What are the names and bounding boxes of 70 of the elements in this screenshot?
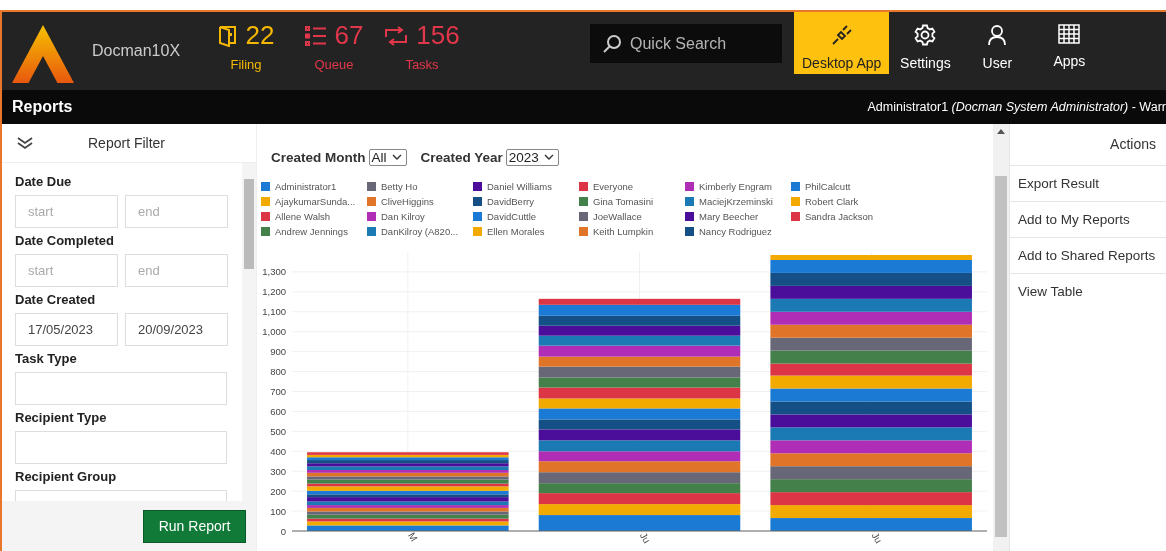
legend-label: Nancy Rodriguez	[699, 226, 772, 237]
date-field[interactable]: start	[15, 195, 118, 228]
run-report-button[interactable]: Run Report	[143, 509, 246, 543]
legend-label: Gina Tomasini	[593, 196, 654, 207]
legend-label: Daniel Williams	[487, 181, 552, 192]
app-name: Docman10X	[92, 42, 181, 60]
control-label: Created Month	[271, 149, 366, 165]
date-field[interactable]: end	[125, 195, 228, 228]
page-title: Reports	[12, 98, 73, 116]
legend-label: DanKilroy (A820...	[381, 226, 459, 237]
axis-tick-label: Ju	[637, 530, 653, 546]
field-label: Task Type	[15, 351, 78, 366]
axis-tick-label: 600	[270, 405, 286, 417]
legend-label: Administrator1	[275, 181, 337, 192]
field-label: Recipient Group	[15, 469, 118, 484]
axis-tick-label: 500	[270, 425, 286, 437]
dropdown[interactable]: All	[368, 148, 407, 166]
date-field[interactable]: end	[125, 254, 228, 287]
legend-label: PhilCalcutt	[805, 181, 851, 192]
axis-tick-label: Ju	[869, 530, 885, 546]
date-field[interactable]: 20/09/2023	[125, 313, 228, 346]
legend-label: Robert Clark	[805, 196, 859, 207]
axis-tick-label: 1,300	[262, 266, 286, 278]
legend-label: Andrew Jennings	[275, 226, 348, 237]
axis-tick-label: 800	[270, 366, 286, 378]
legend-label: Kimberly Engram	[699, 181, 772, 192]
panel-title: Actions	[1110, 135, 1157, 154]
nav-button[interactable]: Apps	[1033, 12, 1106, 74]
legend-label: Mary Beecher	[699, 211, 759, 222]
legend-label: MaciejKrzeminski	[699, 196, 773, 207]
legend-label: Sandra Jackson	[805, 211, 874, 222]
axis-tick-label: 400	[270, 445, 286, 457]
legend-label: Everyone	[593, 181, 634, 192]
field-label: Date Completed	[15, 233, 115, 248]
search-field[interactable]: Quick Search	[590, 24, 782, 63]
nav-button[interactable]: Desktop App	[794, 12, 890, 74]
legend-label: Betty Ho	[381, 181, 418, 192]
axis-tick-label: 700	[270, 386, 286, 397]
axis-tick-label: 100	[270, 505, 286, 517]
legend-label: Allene Walsh	[275, 211, 331, 222]
nav-button[interactable]: Settings	[889, 12, 962, 74]
dropdown[interactable]: 2023	[505, 148, 559, 166]
date-field[interactable]: 17/05/2023	[15, 313, 118, 346]
axis-tick-label: 1,000	[262, 326, 286, 338]
axis-tick-label: 300	[270, 465, 286, 477]
date-field[interactable]: start	[15, 254, 118, 287]
counter-link[interactable]: 67 Queue	[290, 12, 378, 90]
axis-tick-label: 0	[280, 525, 286, 537]
axis-tick-label: 900	[270, 346, 286, 358]
legend-label: DavidCuttle	[487, 211, 537, 222]
control-label: Created Year	[420, 149, 503, 165]
counter-link[interactable]: 22 Filing	[202, 12, 290, 90]
user-info: Administrator1 (Docman System Administrator) - Warr	[867, 100, 1166, 114]
counter-link[interactable]: 156 Tasks	[378, 12, 466, 90]
axis-tick-label: 1,200	[262, 286, 286, 298]
field-label: Date Due	[15, 174, 73, 189]
axis-tick-label: M	[406, 530, 420, 544]
field-label: Date Created	[15, 292, 97, 307]
legend-label: JoeWallace	[593, 211, 642, 222]
legend-label: AjaykumarSunda...	[275, 196, 356, 207]
panel-title: Report Filter	[88, 135, 166, 151]
axis-tick-label: 1,100	[262, 306, 286, 318]
nav-button[interactable]: User	[961, 12, 1034, 74]
legend-label: CliveHiggins	[381, 196, 434, 207]
axis-tick-label: 200	[270, 485, 286, 497]
legend-label: Ellen Morales	[487, 226, 545, 237]
legend-label: DavidBerry	[487, 196, 534, 207]
field-label: Recipient Type	[15, 410, 108, 425]
legend-label: Keith Lumpkin	[593, 226, 654, 237]
legend-label: Dan Kilroy	[381, 211, 425, 222]
